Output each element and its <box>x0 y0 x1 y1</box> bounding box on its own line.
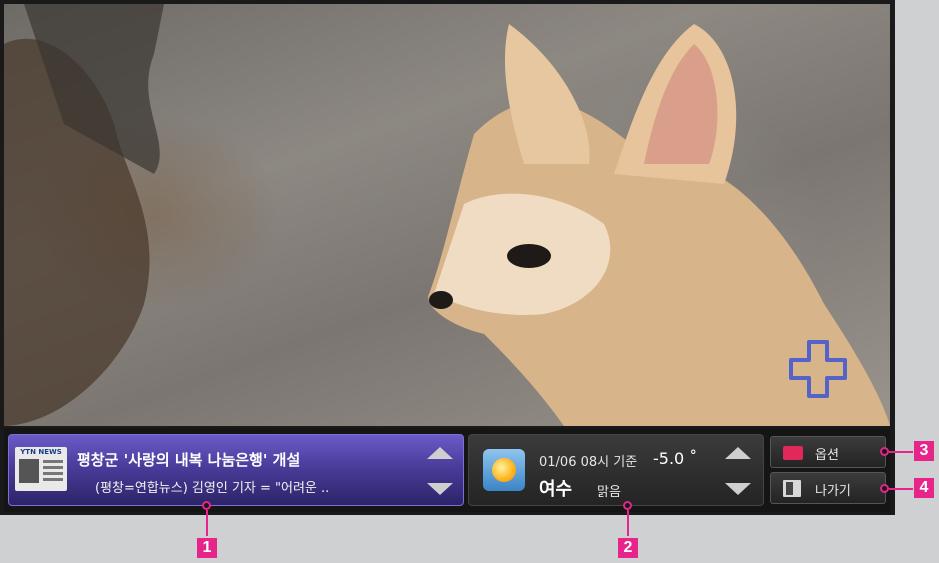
options-button[interactable]: 옵션 <box>770 436 886 468</box>
callout-3-line <box>889 451 913 453</box>
exit-door-icon <box>783 480 801 497</box>
bottom-info-bar: YTN NEWS 평창군 '사랑의 내복 나눔은행' 개설 (평창=연합뉴스) … <box>4 428 890 512</box>
exit-button-label: 나가기 <box>815 484 851 499</box>
fox-image <box>4 4 890 426</box>
news-ticker-panel[interactable]: YTN NEWS 평창군 '사랑의 내복 나눔은행' 개설 (평창=연합뉴스) … <box>8 434 464 506</box>
newspaper-icon: YTN NEWS <box>15 447 67 491</box>
tv-screen: YTN NEWS 평창군 '사랑의 내복 나눔은행' 개설 (평창=연합뉴스) … <box>0 0 895 515</box>
news-scroll-up-button[interactable] <box>427 447 453 459</box>
callout-3: 3 <box>914 441 934 461</box>
callout-4-anchor <box>880 484 889 493</box>
weather-condition: 맑음 <box>597 485 621 500</box>
callout-1: 1 <box>197 538 217 558</box>
weather-city: 여수 <box>539 479 573 500</box>
callout-3-anchor <box>880 447 889 456</box>
callout-1-anchor <box>202 501 211 510</box>
news-logo: YTN NEWS <box>20 448 62 456</box>
weather-scroll-down-button[interactable] <box>725 483 751 495</box>
callout-2-anchor <box>623 501 632 510</box>
options-button-label: 옵션 <box>815 448 839 463</box>
callout-4: 4 <box>914 478 934 498</box>
weather-timestamp: 01/06 08시 기준 <box>539 455 638 470</box>
callout-2-line <box>627 510 629 536</box>
weather-panel[interactable]: 01/06 08시 기준 -5.0 ˚ 여수 맑음 <box>468 434 764 506</box>
news-headline: 평창군 '사랑의 내복 나눔은행' 개설 <box>77 451 301 469</box>
callout-1-line <box>206 510 208 536</box>
news-subline: (평창=연합뉴스) 김영인 기자 = "어려운 .. <box>95 481 330 496</box>
callout-2: 2 <box>618 538 638 558</box>
weather-temperature: -5.0 ˚ <box>653 449 698 468</box>
weather-scroll-up-button[interactable] <box>725 447 751 459</box>
video-area <box>4 4 890 426</box>
exit-button[interactable]: 나가기 <box>770 472 886 504</box>
callout-4-line <box>889 488 913 490</box>
sun-icon <box>483 449 525 491</box>
red-key-icon <box>783 446 803 460</box>
news-scroll-down-button[interactable] <box>427 483 453 495</box>
